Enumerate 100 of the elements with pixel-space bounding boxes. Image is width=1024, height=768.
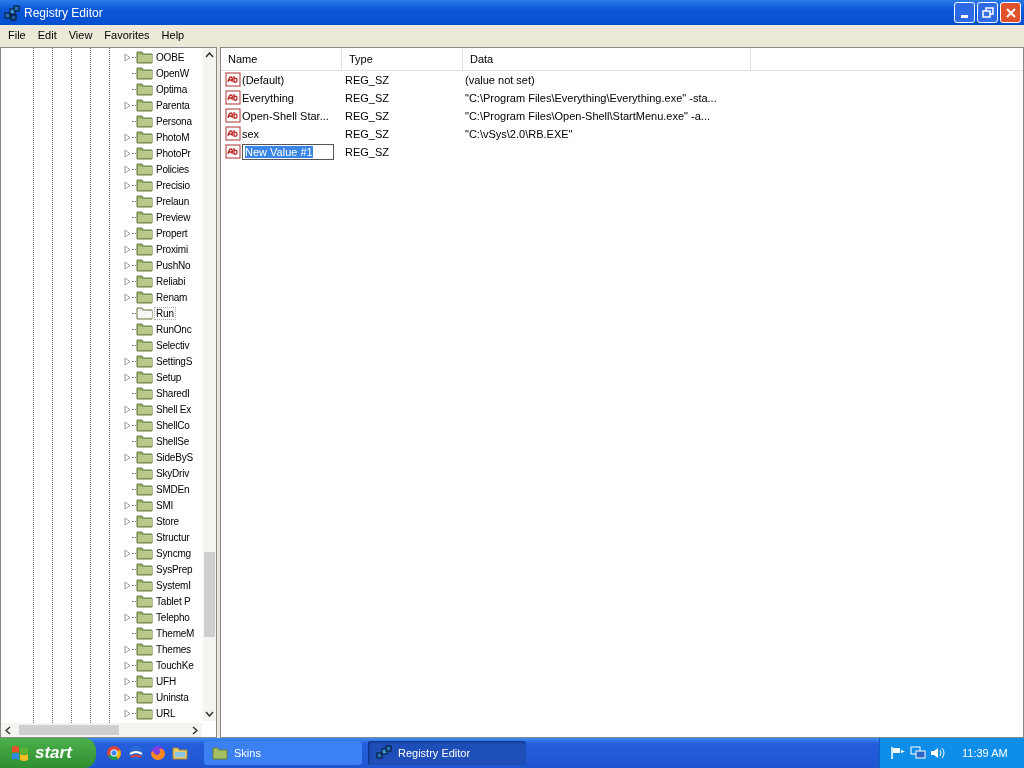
tree-item[interactable]: TouchKe	[154, 658, 196, 672]
expand-arrow-icon[interactable]	[124, 708, 131, 718]
minimize-button[interactable]	[954, 2, 975, 23]
expand-arrow-icon[interactable]	[124, 372, 131, 382]
tree-item[interactable]: Preview	[154, 210, 193, 224]
expand-arrow-icon[interactable]	[124, 228, 131, 238]
tree-item[interactable]: Shell Ex	[154, 402, 194, 416]
column-header[interactable]: Name	[221, 48, 342, 70]
tree-item[interactable]: URL	[154, 706, 178, 720]
tree-item[interactable]: Renam	[154, 290, 190, 304]
name-edit-field[interactable]: New Value #1	[242, 144, 334, 160]
expand-arrow-icon[interactable]	[124, 260, 131, 270]
flag-icon[interactable]	[890, 746, 906, 760]
expand-arrow-icon[interactable]	[124, 292, 131, 302]
tree-item[interactable]: Store	[154, 514, 181, 528]
scroll-left-icon[interactable]	[5, 725, 11, 735]
taskbar-button[interactable]: Skins	[204, 741, 362, 765]
tree-item[interactable]: Policies	[154, 162, 191, 176]
expand-arrow-icon[interactable]	[124, 148, 131, 158]
horizontal-scrollbar[interactable]	[1, 723, 202, 737]
expand-arrow-icon[interactable]	[124, 580, 131, 590]
column-header[interactable]: Data	[463, 48, 751, 70]
expand-arrow-icon[interactable]	[124, 356, 131, 366]
tree-item[interactable]: OOBE	[154, 50, 187, 64]
expand-arrow-icon[interactable]	[124, 676, 131, 686]
tree-item[interactable]: PushNo	[154, 258, 193, 272]
taskbar-button[interactable]: Registry Editor	[368, 741, 526, 765]
close-button[interactable]	[1000, 2, 1021, 23]
tree-item[interactable]: Run	[154, 306, 176, 320]
restore-button[interactable]	[977, 2, 998, 23]
menu-item[interactable]: Edit	[31, 29, 63, 41]
tree-item[interactable]: SharedI	[154, 386, 192, 400]
scrollbar-thumb[interactable]	[19, 725, 119, 735]
expand-arrow-icon[interactable]	[124, 500, 131, 510]
tree-item[interactable]: Syncmg	[154, 546, 193, 560]
scroll-right-icon[interactable]	[192, 725, 198, 735]
fox-globe-icon[interactable]	[150, 745, 166, 761]
tree-item[interactable]: SideByS	[154, 450, 195, 464]
tree-item[interactable]: SystemI	[154, 578, 193, 592]
value-data: "C:\vSys\2.0\RB.EXE"	[464, 128, 573, 140]
speaker-icon[interactable]	[930, 746, 946, 760]
tree-item[interactable]: Persona	[154, 114, 194, 128]
tree-item[interactable]: SettingS	[154, 354, 195, 368]
expand-arrow-icon[interactable]	[124, 52, 131, 62]
value-data: "C:\Program Files\Everything\Everything.exe" -sta...	[464, 92, 717, 104]
expand-arrow-icon[interactable]	[124, 164, 131, 174]
tree-item[interactable]: RunOnc	[154, 322, 194, 336]
tree-item[interactable]: Tablet P	[154, 594, 193, 608]
tree-item[interactable]: Optima	[154, 82, 190, 96]
tree-item[interactable]: Uninsta	[154, 690, 191, 704]
tree-item[interactable]: Themes	[154, 642, 193, 656]
expand-arrow-icon[interactable]	[124, 548, 131, 558]
expand-arrow-icon[interactable]	[124, 100, 131, 110]
browser-ring-icon[interactable]	[106, 745, 122, 761]
tree-item[interactable]: Prelaun	[154, 194, 192, 208]
network-computer-icon[interactable]	[910, 746, 926, 760]
menu-item[interactable]: Favorites	[98, 29, 156, 41]
menu-item[interactable]: File	[2, 29, 32, 41]
tree-item[interactable]: SMDEn	[154, 482, 192, 496]
vertical-scrollbar[interactable]	[203, 48, 216, 721]
expand-arrow-icon[interactable]	[124, 692, 131, 702]
tree-item[interactable]: SysPrep	[154, 562, 195, 576]
scroll-up-icon[interactable]	[205, 52, 214, 58]
expand-arrow-icon[interactable]	[124, 516, 131, 526]
globe-ring-icon[interactable]	[128, 745, 144, 761]
tree-item[interactable]: ShellCo	[154, 418, 192, 432]
expand-arrow-icon[interactable]	[124, 244, 131, 254]
scrollbar-thumb[interactable]	[204, 552, 215, 637]
expand-arrow-icon[interactable]	[124, 644, 131, 654]
expand-arrow-icon[interactable]	[124, 180, 131, 190]
menu-item[interactable]: Help	[155, 29, 191, 41]
expand-arrow-icon[interactable]	[124, 132, 131, 142]
expand-arrow-icon[interactable]	[124, 276, 131, 286]
tree-item[interactable]: SMI	[154, 498, 176, 512]
expand-arrow-icon[interactable]	[124, 452, 131, 462]
folder-icon	[136, 114, 153, 128]
tree-item[interactable]: Propert	[154, 226, 190, 240]
tree-item[interactable]: Proximi	[154, 242, 190, 256]
tree-item[interactable]: ThemeM	[154, 626, 197, 640]
tree-item[interactable]: OpenW	[154, 66, 191, 80]
menu-item[interactable]: View	[62, 29, 99, 41]
expand-arrow-icon[interactable]	[124, 404, 131, 414]
tree-item[interactable]: ShellSe	[154, 434, 192, 448]
scroll-down-icon[interactable]	[205, 711, 214, 717]
tree-item[interactable]: Reliabi	[154, 274, 188, 288]
column-header[interactable]: Type	[342, 48, 463, 70]
folder-icon[interactable]	[172, 745, 188, 761]
expand-arrow-icon[interactable]	[124, 420, 131, 430]
tree-item[interactable]: PhotoM	[154, 130, 192, 144]
expand-arrow-icon[interactable]	[124, 612, 131, 622]
tree-item[interactable]: Precisio	[154, 178, 192, 192]
tree-item[interactable]: PhotoPr	[154, 146, 193, 160]
tree-item[interactable]: UFH	[154, 674, 178, 688]
tree-item[interactable]: Setup	[154, 370, 184, 384]
expand-arrow-icon[interactable]	[124, 660, 131, 670]
tree-item[interactable]: SkyDriv	[154, 466, 192, 480]
tree-item[interactable]: Structur	[154, 530, 192, 544]
tree-item[interactable]: Selectiv	[154, 338, 192, 352]
tree-item[interactable]: Telepho	[154, 610, 192, 624]
tree-item[interactable]: Parenta	[154, 98, 192, 112]
